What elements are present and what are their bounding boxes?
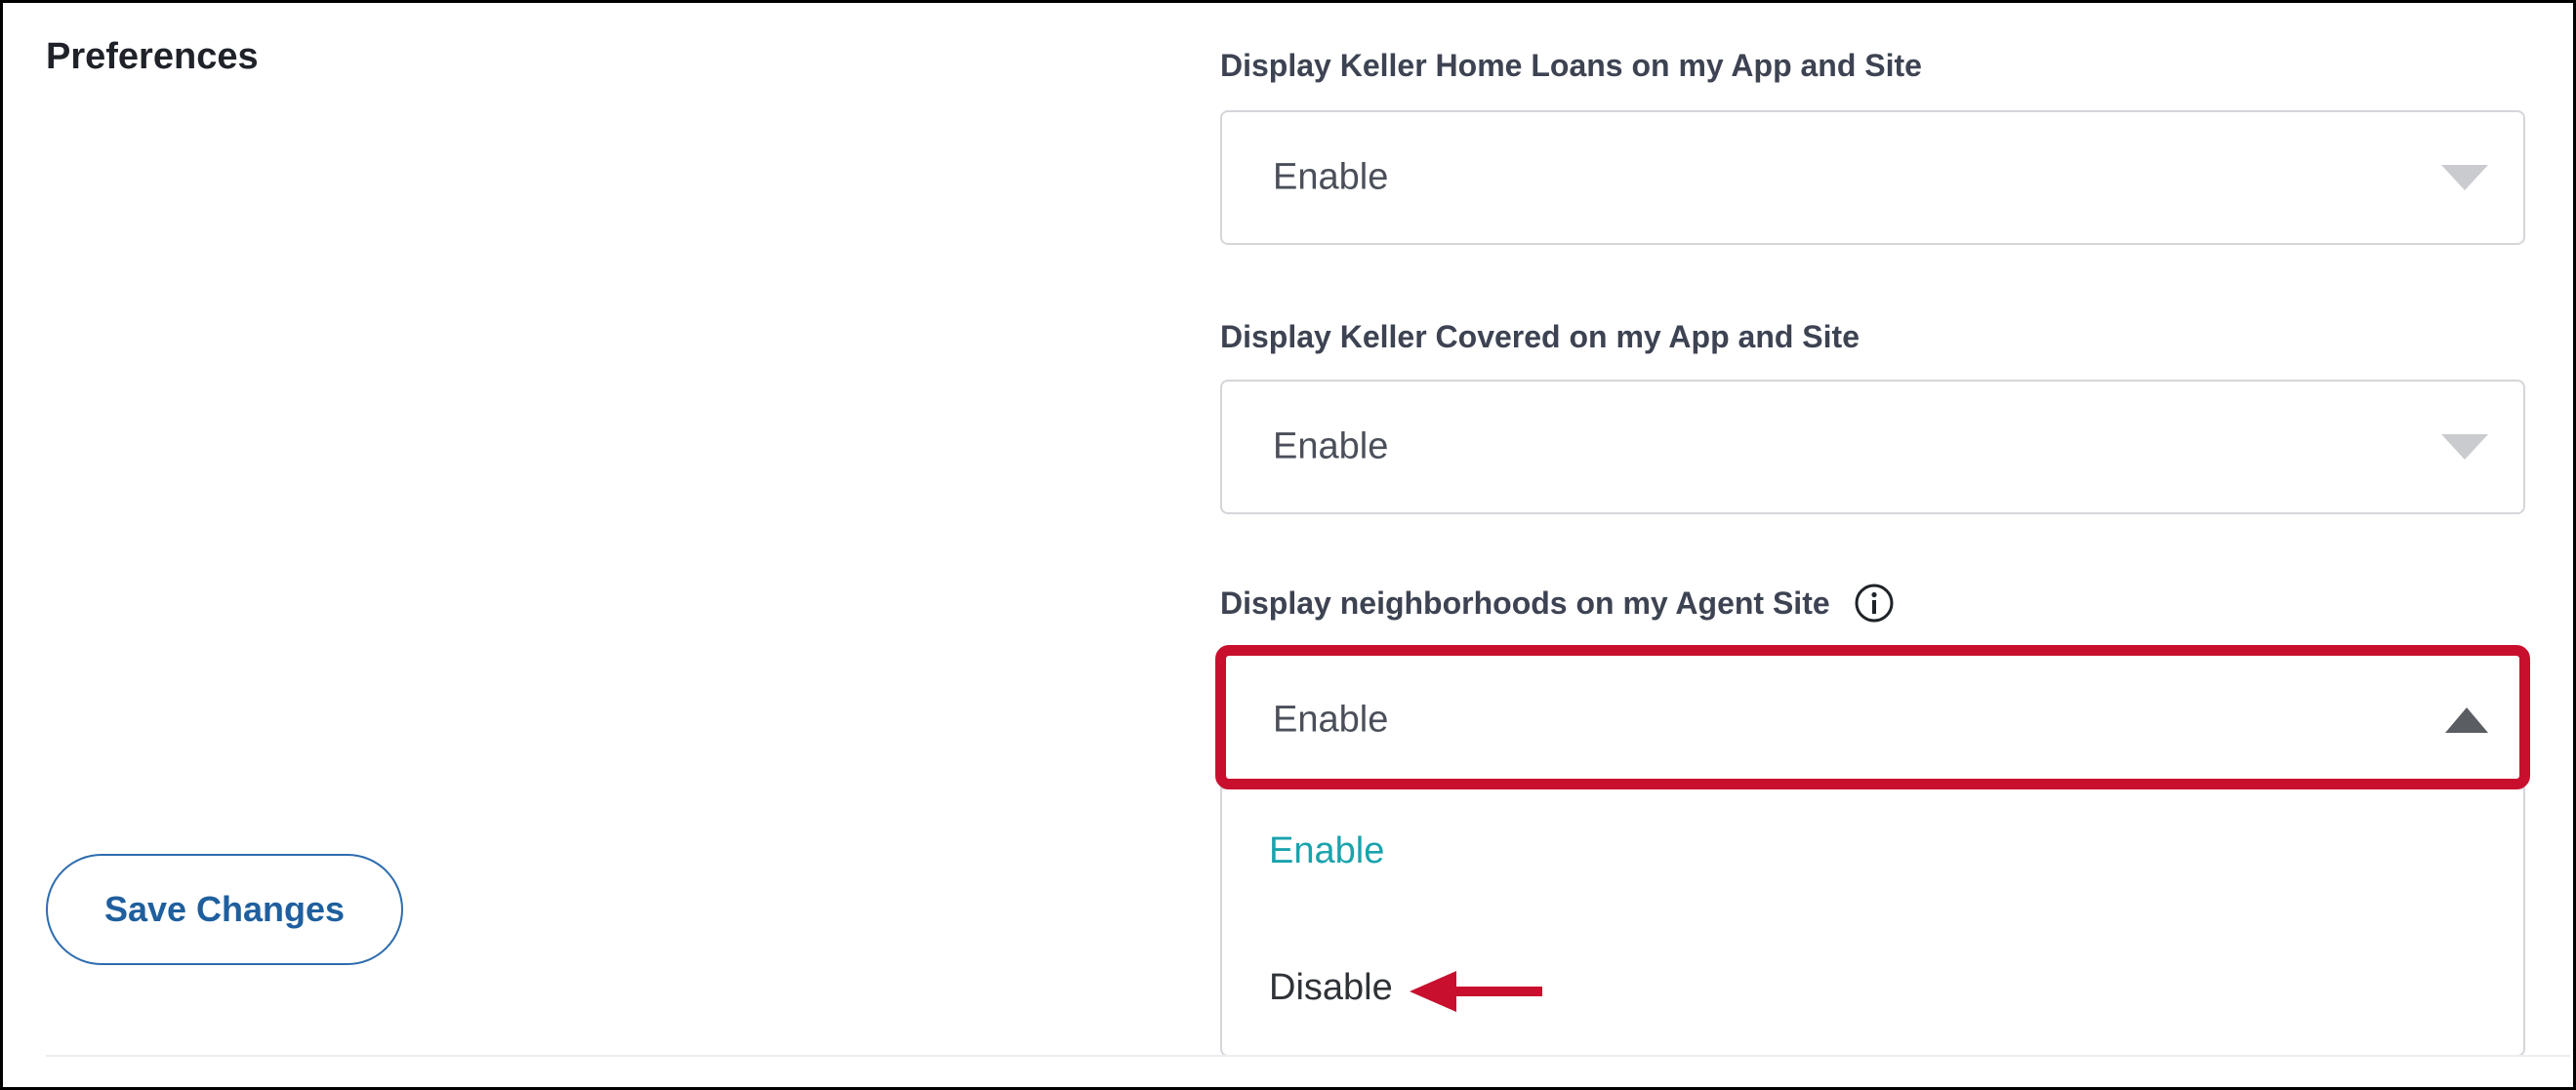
neighborhoods-label: Display neighborhoods on my Agent Site xyxy=(1220,583,1895,624)
keller-covered-label-text: Display Keller Covered on my App and Sit… xyxy=(1220,319,1860,354)
neighborhoods-label-text: Display neighborhoods on my Agent Site xyxy=(1220,585,1830,621)
keller-covered-select[interactable]: Enable xyxy=(1220,380,2525,514)
keller-covered-value: Enable xyxy=(1273,425,1389,467)
keller-covered-label: Display Keller Covered on my App and Sit… xyxy=(1220,319,1860,355)
neighborhoods-select[interactable]: Enable xyxy=(1220,651,2525,789)
red-arrow-left-icon xyxy=(1410,971,1542,1012)
save-changes-button[interactable]: Save Changes xyxy=(46,854,403,965)
preferences-panel: Preferences Display Keller Home Loans on… xyxy=(0,0,2576,1090)
chevron-down-icon[interactable] xyxy=(2441,165,2488,190)
chevron-up-icon[interactable] xyxy=(2445,707,2488,733)
neighborhoods-dropdown-menu: Enable Disable xyxy=(1220,789,2525,1057)
keller-home-loans-label-text: Display Keller Home Loans on my App and … xyxy=(1220,48,1922,83)
neighborhoods-value: Enable xyxy=(1273,699,1389,741)
info-circle-icon[interactable] xyxy=(1854,583,1895,624)
dropdown-option-disable[interactable]: Disable xyxy=(1269,967,1393,1009)
dropdown-option-enable[interactable]: Enable xyxy=(1269,830,1384,872)
section-title: Preferences xyxy=(46,36,259,77)
keller-home-loans-label: Display Keller Home Loans on my App and … xyxy=(1220,48,1922,84)
keller-home-loans-value: Enable xyxy=(1273,156,1389,198)
keller-home-loans-select[interactable]: Enable xyxy=(1220,110,2525,245)
chevron-down-icon[interactable] xyxy=(2441,434,2488,460)
divider xyxy=(46,1055,2570,1057)
